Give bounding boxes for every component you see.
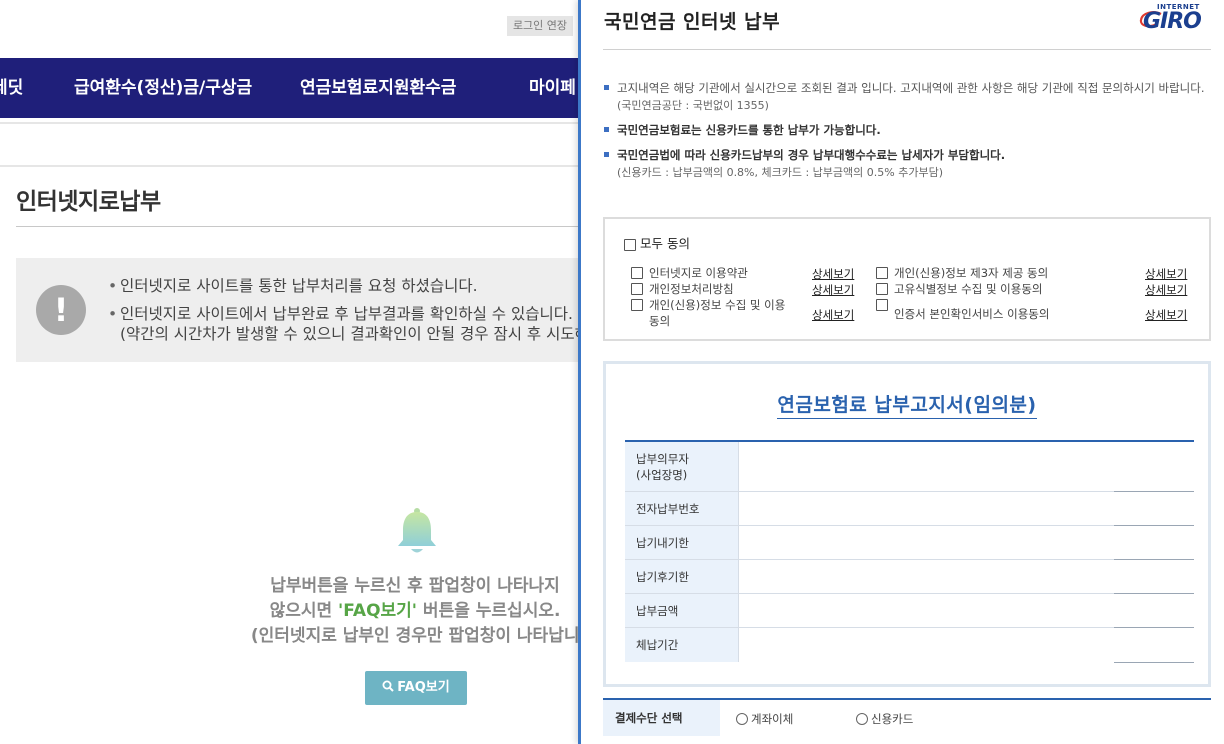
- checkbox-icon[interactable]: [631, 267, 643, 279]
- radio-icon[interactable]: [736, 713, 748, 725]
- notice-item: 국민연금보험료는 신용카드를 통한 납부가 가능합니다.: [603, 122, 1208, 139]
- row-value: [739, 628, 1194, 663]
- table-row: 납부의무자 (사업장명): [625, 442, 1194, 492]
- notice-item: 인터넷지로 사이트에서 납부완료 후 납부결과를 확인하실 수 있습니다.(약간…: [108, 304, 580, 344]
- global-nav: 레딧 급여환수(정산)금/구상금 연금보험료지원환수금 마이페: [0, 58, 580, 118]
- radio-bank-transfer[interactable]: 계좌이체: [736, 711, 793, 727]
- checkbox-icon[interactable]: [624, 238, 636, 251]
- payment-info-table: 납부의무자 (사업장명) 전자납부번호 납기내기한 납기후기한 납부금액 체납기…: [625, 440, 1194, 663]
- exclamation-icon: !: [36, 285, 86, 335]
- detail-link-third-party[interactable]: 상세보기: [1145, 266, 1187, 282]
- detail-link-certificate[interactable]: 상세보기: [1145, 307, 1187, 323]
- faq-emphasis: 'FAQ보기': [338, 601, 418, 621]
- page-title: 인터넷지로납부: [16, 189, 161, 215]
- row-value: [739, 526, 1194, 560]
- search-icon: [382, 680, 394, 692]
- bell-icon: [398, 508, 436, 553]
- row-value: [739, 442, 1194, 492]
- row-label: 전자납부번호: [625, 492, 739, 525]
- table-row: 납기내기한: [625, 526, 1194, 560]
- row-label: 납기내기한: [625, 526, 739, 559]
- notice-item: 인터넷지로 사이트를 통한 납부처리를 요청 하셨습니다.: [108, 276, 580, 296]
- payment-method-row: 결제수단 선택 계좌이체 신용카드: [603, 698, 1211, 736]
- nav-item-partial[interactable]: 레딧: [0, 58, 23, 118]
- nav-item-support-refund[interactable]: 연금보험료지원환수금: [300, 58, 456, 118]
- checkbox-icon[interactable]: [631, 299, 643, 311]
- table-row: 납부금액: [625, 594, 1194, 628]
- popup-guide-text: 납부버튼을 누르신 후 팝업창이 나타나지 않으시면 'FAQ보기' 버튼을 누…: [250, 576, 580, 646]
- checkbox-icon[interactable]: [876, 299, 888, 311]
- row-label: 납부의무자 (사업장명): [625, 442, 739, 491]
- payment-method-label: 결제수단 선택: [603, 700, 720, 736]
- row-label: 납기후기한: [625, 560, 739, 593]
- giro-logo: INTERNET GIRO: [1139, 0, 1217, 34]
- popup-notice-list: 고지내역은 해당 기관에서 실시간으로 조회된 결과 입니다. 고지내역에 관한…: [603, 80, 1208, 189]
- notice-box: ! 인터넷지로 사이트를 통한 납부처리를 요청 하셨습니다. 인터넷지로 사이…: [16, 258, 580, 362]
- checkbox-icon[interactable]: [631, 283, 643, 295]
- background-page: 로그인 연장 레딧 급여환수(정산)금/구상금 연금보험료지원환수금 마이페 인…: [0, 0, 580, 744]
- title-divider: [603, 49, 1211, 50]
- detail-link-unique-id[interactable]: 상세보기: [1145, 282, 1187, 298]
- row-value: [739, 560, 1194, 594]
- detail-link-personal-info[interactable]: 상세보기: [812, 307, 854, 323]
- detail-link-giro-terms[interactable]: 상세보기: [812, 266, 854, 282]
- notice-item: 고지내역은 해당 기관에서 실시간으로 조회된 결과 입니다. 고지내역에 관한…: [603, 80, 1208, 114]
- form-title: 연금보험료 납부고지서(임의분): [606, 390, 1208, 419]
- table-row: 전자납부번호: [625, 492, 1194, 526]
- table-row: 체납기간: [625, 628, 1194, 663]
- nav-item-mypage[interactable]: 마이페: [529, 58, 576, 118]
- row-value: [739, 492, 1194, 526]
- divider: [0, 165, 580, 167]
- detail-link-privacy-policy[interactable]: 상세보기: [812, 282, 854, 298]
- table-row: 납기후기한: [625, 560, 1194, 594]
- radio-credit-card[interactable]: 신용카드: [856, 711, 913, 727]
- divider: [0, 122, 580, 124]
- row-label: 체납기간: [625, 628, 739, 662]
- popup-title: 국민연금 인터넷 납부: [604, 11, 781, 33]
- radio-icon[interactable]: [856, 713, 868, 725]
- title-divider: [16, 226, 580, 227]
- giro-payment-popup: 국민연금 인터넷 납부 INTERNET GIRO 고지내역은 해당 기관에서 …: [578, 0, 1224, 744]
- agree-all-checkbox[interactable]: 모두 동의: [624, 233, 690, 252]
- row-value: [739, 594, 1194, 628]
- row-label: 납부금액: [625, 594, 739, 627]
- nav-item-refund[interactable]: 급여환수(정산)금/구상금: [74, 58, 252, 118]
- checkbox-icon[interactable]: [876, 283, 888, 295]
- notice-item: 국민연금법에 따라 신용카드납부의 경우 납부대행수수료는 납세자가 부담합니다…: [603, 147, 1208, 181]
- notice-list: 인터넷지로 사이트를 통한 납부처리를 요청 하셨습니다. 인터넷지로 사이트에…: [108, 276, 580, 344]
- checkbox-icon[interactable]: [876, 267, 888, 279]
- terms-agreement-box: 모두 동의 인터넷지로 이용약관 개인정보처리방침 개인(신용)정보 수집 및 …: [603, 217, 1211, 341]
- login-extend-button[interactable]: 로그인 연장: [507, 16, 573, 36]
- faq-button[interactable]: FAQ보기: [365, 671, 467, 705]
- payment-notice-form: 연금보험료 납부고지서(임의분) 납부의무자 (사업장명) 전자납부번호 납기내기…: [603, 361, 1211, 687]
